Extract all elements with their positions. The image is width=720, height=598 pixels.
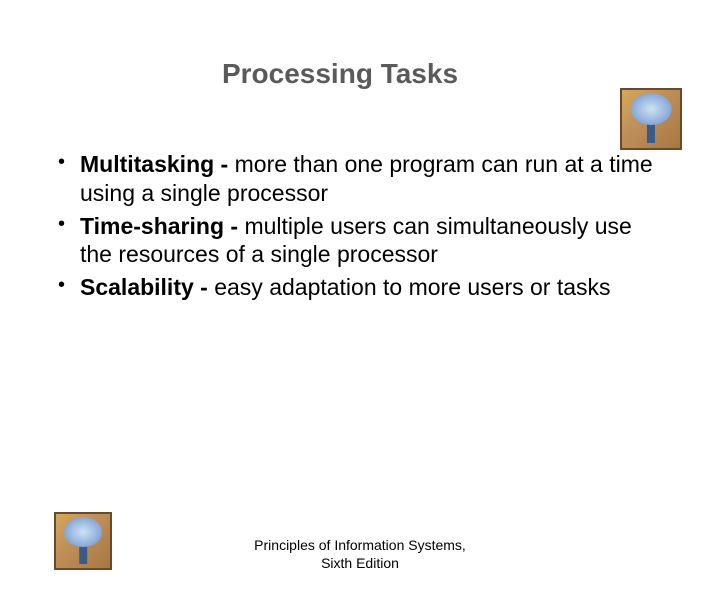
tree-icon: [620, 88, 682, 150]
bullet-term: Scalability -: [80, 274, 214, 300]
bullet-term: Multitasking -: [80, 151, 235, 177]
list-item: Scalability - easy adaptation to more us…: [52, 273, 656, 302]
list-item: Time-sharing - multiple users can simult…: [52, 212, 656, 270]
logo-top-right: [620, 88, 682, 150]
footer-line2: Sixth Edition: [0, 555, 720, 573]
slide: Processing Tasks Multitasking - more tha…: [0, 58, 720, 598]
slide-footer: Principles of Information Systems, Sixth…: [0, 537, 720, 572]
bullet-term: Time-sharing -: [80, 213, 244, 239]
slide-content: Multitasking - more than one program can…: [0, 150, 720, 302]
bullet-list: Multitasking - more than one program can…: [52, 150, 656, 302]
slide-title: Processing Tasks: [0, 58, 720, 90]
list-item: Multitasking - more than one program can…: [52, 150, 656, 208]
bullet-desc: easy adaptation to more users or tasks: [214, 274, 610, 300]
